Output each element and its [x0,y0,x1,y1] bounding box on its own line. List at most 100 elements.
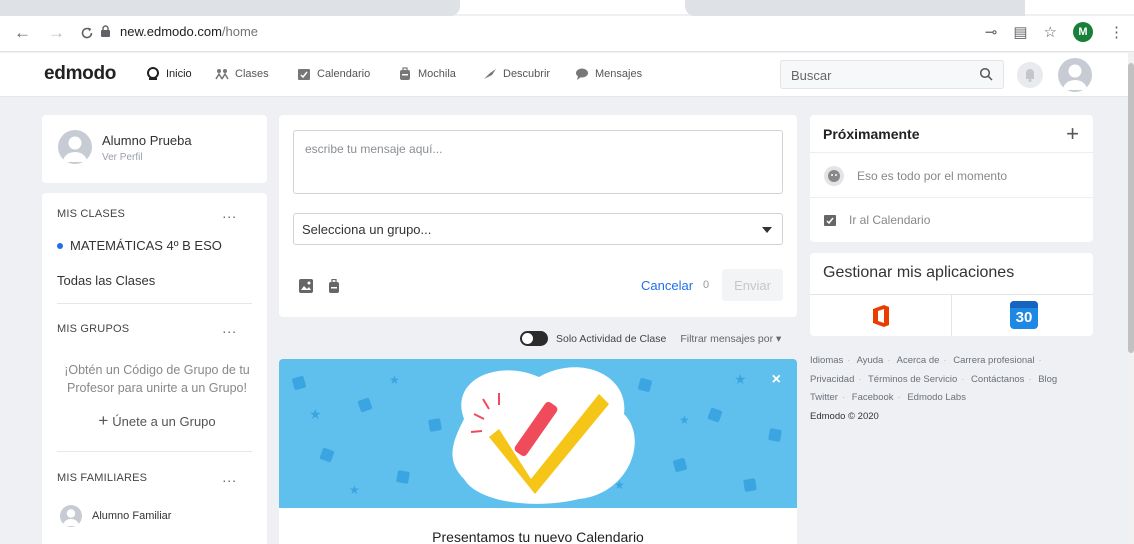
address-bar[interactable]: new.edmodo.com/home [120,24,258,39]
star-icon[interactable]: ☆ [1044,23,1057,41]
group-code-hint: ¡Obtén un Código de Grupo de tu Profesor… [64,363,250,395]
calendar-illustration: ★ ★ ★ ★ ★ ★ [279,359,797,508]
footer-link[interactable]: Privacidad [810,374,854,385]
divider [810,197,1093,198]
edmodo-logo[interactable]: edmodo [44,63,116,85]
avatar[interactable] [58,130,92,164]
footer-link[interactable]: Facebook [852,392,894,403]
view-profile-link[interactable]: Ver Perfil [102,152,143,163]
join-group-button[interactable]: + Únete a un Grupo [57,411,257,431]
post-composer: escribe tu mensaje aquí... Selecciona un… [279,115,797,317]
notifications-icon[interactable] [1017,62,1043,88]
left-sidebar: MIS CLASES ... MATEMÁTICAS 4º B ESO Toda… [42,193,267,544]
cancel-button[interactable]: Cancelar [641,278,693,293]
add-event-button[interactable]: + [1066,121,1079,147]
page-scrollbar[interactable] [1128,53,1134,544]
nav-item-mensajes[interactable]: Mensajes [575,67,642,81]
nav-item-mochila[interactable]: Mochila [398,67,456,81]
forward-icon[interactable]: → [48,22,65,44]
profile-name[interactable]: Alumno Prueba [102,133,192,148]
footer-link[interactable]: Idiomas [810,355,843,366]
upcoming-title: Próximamente [823,126,920,142]
no-events-message: Eso es todo por el momento [823,165,1007,187]
svg-text:★: ★ [309,407,322,423]
search-icon[interactable] [979,67,993,81]
lock-icon[interactable] [100,25,111,37]
browser-tabstrip [0,0,1134,16]
home-icon [147,67,159,80]
footer-link[interactable]: Carrera profesional [953,355,1034,366]
divider [57,303,252,304]
browser-toolbar: ← → new.edmodo.com/home ⊸ ▤ ☆ M ⋮ [0,16,1134,52]
svg-text:★: ★ [389,373,400,387]
nav-item-clases[interactable]: Clases [215,67,269,81]
apps-panel: Gestionar mis aplicaciones 30 [810,253,1093,336]
classes-more-icon[interactable]: ... [222,205,237,221]
class-color-dot [57,242,63,249]
footer-links: Idiomas · Ayuda · Acerca de · Carrera profe… [810,355,1058,422]
chevron-down-icon [762,227,772,233]
search-input[interactable]: Buscar [780,60,1004,89]
plus-icon: + [98,411,109,430]
calendar-announcement-card: ★ ★ ★ ★ ★ ★ × Presentamos tu nuevo Calen… [279,359,797,544]
divider [810,152,1093,153]
nav-item-descubrir[interactable]: Descubrir [483,67,550,81]
footer-link[interactable]: Twitter [810,392,838,403]
group-select[interactable]: Selecciona un grupo... [293,213,783,245]
footer-link[interactable]: Ayuda [857,355,884,366]
nav-item-calendario[interactable]: Calendario [297,67,370,81]
banner-title: Presentamos tu nuevo Calendario [432,529,644,544]
scrollbar-thumb[interactable] [1128,63,1134,353]
svg-text:★: ★ [349,483,360,497]
go-to-calendar-link[interactable]: Ir al Calendario [823,213,930,227]
class-activity-toggle[interactable] [520,331,548,346]
message-input[interactable]: escribe tu mensaje aquí... [293,130,783,194]
backpack-icon[interactable] [327,279,341,293]
browser-menu-icon[interactable]: ⋮ [1109,23,1124,41]
class-item[interactable]: MATEMÁTICAS 4º B ESO [57,238,222,253]
my-classes-title: MIS CLASES [57,208,126,220]
my-family-title: MIS FAMILIARES [57,472,148,484]
filter-messages-dropdown[interactable]: Filtrar mensajes por ▾ [680,333,781,345]
send-button[interactable]: Enviar [722,269,783,301]
svg-text:★: ★ [679,413,690,427]
family-member[interactable]: Alumno Familiar [60,505,171,527]
groups-more-icon[interactable]: ... [222,320,237,336]
divider [57,451,252,452]
back-icon[interactable]: ← [14,22,31,44]
svg-text:★: ★ [734,372,747,388]
translate-icon[interactable]: ▤ [1013,23,1027,41]
family-more-icon[interactable]: ... [222,469,237,485]
classes-icon [215,69,229,80]
feed-filter-bar: Solo Actividad de Clase Filtrar mensajes… [520,331,781,346]
messages-icon [576,68,588,80]
footer-link[interactable]: Blog [1038,374,1057,385]
browser-tab[interactable] [685,0,1025,16]
footer-link[interactable]: Términos de Servicio [868,374,957,385]
google-calendar-icon[interactable]: 30 [1010,301,1038,329]
footer-link[interactable]: Acerca de [897,355,940,366]
close-icon[interactable]: × [772,371,781,389]
all-classes-link[interactable]: Todas las Clases [57,273,155,288]
apps-title: Gestionar mis aplicaciones [823,264,1015,281]
reload-icon[interactable] [80,22,94,46]
office-icon[interactable] [871,305,891,327]
char-count: 0 [703,279,710,291]
image-icon[interactable] [299,279,313,293]
divider [951,294,952,336]
nav-item-inicio[interactable]: Inicio [146,67,192,81]
discover-icon [484,69,496,79]
footer-link[interactable]: Contáctanos [971,374,1024,385]
my-groups-title: MIS GRUPOS [57,323,130,335]
top-navigation: edmodo Inicio Clases Calendario Mochila … [0,53,1128,97]
browser-tab[interactable] [0,0,460,16]
avatar [60,505,82,527]
footer-link[interactable]: Edmodo Labs [907,392,966,403]
browser-profile-avatar[interactable]: M [1073,22,1093,42]
calendar-icon [298,69,310,80]
user-avatar[interactable] [1058,58,1092,92]
key-icon[interactable]: ⊸ [985,23,998,41]
backpack-icon [400,67,410,80]
upcoming-panel: Próximamente + Eso es todo por el moment… [810,115,1093,242]
emoji-icon [824,166,844,186]
